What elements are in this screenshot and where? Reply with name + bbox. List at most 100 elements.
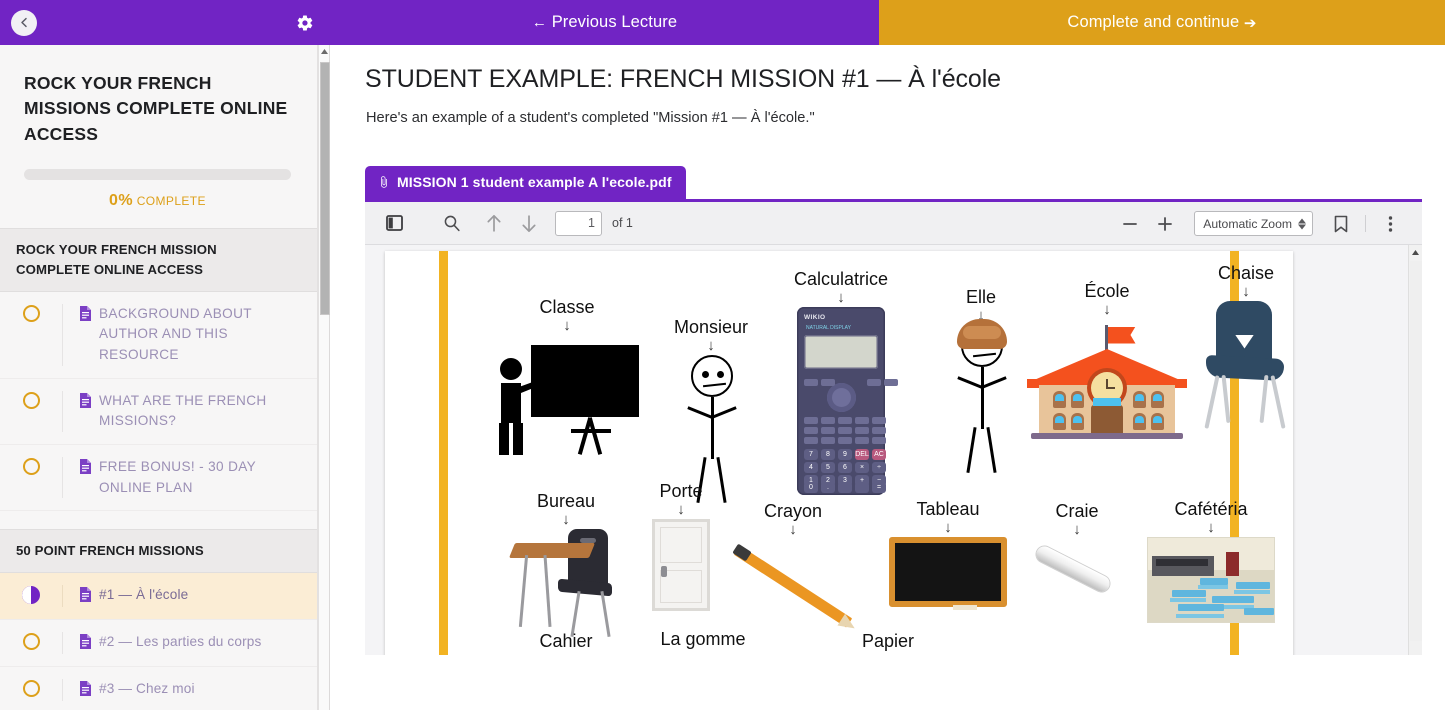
progress-percent: 0% — [109, 192, 133, 210]
vocab-cell-classe: Classe ↓ — [487, 297, 647, 463]
down-arrow-icon: ↓ — [1073, 521, 1081, 538]
complete-and-continue-button[interactable]: Complete and continue ➔ — [879, 0, 1445, 45]
vocabulary-grid: Classe ↓ Monsieur ↓ Calculatrice ↓ WIKIO… — [455, 259, 1286, 655]
pdf-zoom-in-button[interactable] — [1147, 209, 1182, 239]
pdf-more-tools-button[interactable] — [1373, 209, 1408, 239]
calculator-brand: WIKIO — [804, 313, 826, 321]
pdf-next-page-button[interactable] — [511, 208, 546, 238]
lesson-status — [0, 391, 62, 409]
attachment-tab[interactable]: MISSION 1 student example A l'ecole.pdf — [365, 166, 686, 199]
sidebar-item-mission-1-a-lecole[interactable]: #1 — À l'école — [0, 573, 317, 621]
pdf-page-number-input[interactable] — [555, 210, 602, 236]
scroll-up-arrow-icon[interactable] — [319, 45, 329, 58]
lesson-body: BACKGROUND ABOUT AUTHOR AND THIS RESOURC… — [62, 303, 295, 366]
vocab-cell-bureau: Bureau ↓ — [491, 491, 641, 637]
right-arrow-icon: ➔ — [1243, 14, 1257, 32]
progress-complete-word: COMPLETE — [136, 194, 206, 209]
lesson-status — [0, 679, 62, 698]
vocab-label: Craie — [1055, 501, 1099, 521]
progress-section: 0% COMPLETE — [0, 147, 317, 210]
cafeteria-room-illustration — [1147, 536, 1275, 623]
previous-lecture-label: Previous Lecture — [551, 13, 678, 31]
white-chalk-illustration — [1031, 539, 1123, 611]
sidebar-scrollbar[interactable] — [318, 45, 330, 710]
settings-button[interactable] — [296, 14, 314, 32]
attachment-zone: MISSION 1 student example A l'ecole.pdf — [331, 126, 1445, 199]
blue-chair-illustration — [1190, 300, 1302, 433]
lesson-status — [0, 457, 62, 475]
down-arrow-icon: ↓ — [944, 519, 952, 536]
sidebar-item-what-are-french-missions[interactable]: WHAT ARE THE FRENCH MISSIONS? — [0, 378, 317, 445]
progress-label: 0% COMPLETE — [24, 180, 291, 210]
progress-bar — [24, 169, 291, 181]
sidebar-item-label: BACKGROUND ABOUT AUTHOR AND THIS RESOURC… — [99, 305, 252, 363]
back-button[interactable] — [11, 9, 37, 36]
attachment-filename: MISSION 1 student example A l'ecole.pdf — [397, 174, 672, 190]
vocab-label: École — [1084, 281, 1130, 301]
sidebar-scrollbar-thumb[interactable] — [320, 62, 330, 315]
vocab-cell-calculatrice: Calculatrice ↓ WIKIO NATURAL DISPLAY 7 8… — [753, 269, 929, 495]
white-door-illustration — [652, 518, 710, 611]
vocab-label: La gomme — [660, 629, 746, 649]
sidebar-item-free-bonus-30-day-plan[interactable]: FREE BONUS! - 30 DAY ONLINE PLAN — [0, 445, 317, 512]
scientific-calculator-illustration: WIKIO NATURAL DISPLAY 7 8 9 DEL AC 4 5 6 × ÷ — [797, 306, 898, 495]
calculator-brand-sub: NATURAL DISPLAY — [806, 324, 851, 331]
lesson-status — [0, 304, 62, 322]
in-progress-half-circle-icon — [22, 586, 40, 605]
pdf-page-1: Classe ↓ Monsieur ↓ Calculatrice ↓ WIKIO… — [385, 251, 1293, 655]
pdf-zoom-out-button[interactable] — [1112, 209, 1147, 239]
pdf-scrollbar-thumb[interactable] — [1410, 261, 1422, 641]
search-icon — [444, 215, 460, 232]
page-title: STUDENT EXAMPLE: FRENCH MISSION #1 — À l… — [365, 65, 1001, 93]
spinner-arrows-icon — [1298, 218, 1306, 229]
pdf-zoom-select[interactable]: Automatic Zoom — [1194, 211, 1313, 236]
sidebar-item-label: #3 — Chez moi — [99, 681, 195, 697]
arrow-down-icon — [521, 215, 536, 232]
plus-icon — [1157, 216, 1172, 231]
pdf-scrollbar[interactable] — [1408, 245, 1422, 655]
document-icon — [79, 632, 92, 654]
school-building-illustration — [1025, 319, 1190, 441]
orange-pencil-illustration — [730, 539, 859, 639]
previous-lecture-button[interactable]: ← Previous Lecture — [330, 0, 879, 45]
pdf-sidebar-toggle-button[interactable] — [377, 208, 412, 238]
pdf-canvas-area: Classe ↓ Monsieur ↓ Calculatrice ↓ WIKIO… — [365, 245, 1422, 655]
vocab-cell-cahier: Cahier — [501, 631, 631, 652]
down-arrow-icon: ↓ — [789, 521, 797, 538]
pdf-previous-page-button[interactable] — [476, 208, 511, 238]
sidebar-item-mission-3-chez-moi[interactable]: #3 — Chez moi — [0, 667, 317, 710]
bookmark-icon — [1334, 215, 1347, 232]
top-navigation-bar: ← Previous Lecture Complete and continue… — [0, 0, 1445, 45]
down-arrow-icon: ↓ — [837, 289, 845, 306]
down-arrow-icon: ↓ — [563, 317, 571, 334]
accent-bar-left — [439, 251, 448, 655]
pdf-scroll-up-arrow-icon[interactable] — [1409, 245, 1422, 259]
document-icon — [79, 391, 92, 413]
pdf-toolbar-left: of 1 — [377, 208, 633, 238]
main-content: STUDENT EXAMPLE: FRENCH MISSION #1 — À l… — [331, 45, 1445, 710]
lesson-body: #1 — À l'école — [62, 585, 295, 608]
student-desk-illustration — [508, 528, 620, 637]
page-subtitle: Here's an example of a student's complet… — [366, 110, 815, 126]
left-arrow-icon: ← — [531, 14, 547, 31]
sidebar-item-background-about-author[interactable]: BACKGROUND ABOUT AUTHOR AND THIS RESOURC… — [0, 291, 317, 379]
pdf-find-button[interactable] — [434, 208, 469, 238]
course-sidebar: ROCK YOUR FRENCH MISSIONS COMPLETE ONLIN… — [0, 45, 318, 710]
down-arrow-icon: ↓ — [1242, 283, 1250, 300]
document-icon — [79, 679, 92, 701]
gear-icon — [297, 14, 313, 31]
vocab-cell-tableau: Tableau ↓ — [873, 499, 1023, 610]
down-arrow-icon: ↓ — [1207, 519, 1215, 536]
paperclip-icon — [381, 176, 387, 188]
stick-figure-girl-illustration — [946, 318, 1016, 473]
sidebar-toggle-icon — [386, 215, 403, 231]
sidebar-item-label: WHAT ARE THE FRENCH MISSIONS? — [99, 392, 267, 429]
minus-icon — [1122, 222, 1137, 225]
chevron-left-icon — [20, 17, 27, 28]
sidebar-item-label: FREE BONUS! - 30 DAY ONLINE PLAN — [99, 459, 256, 495]
pdf-bookmark-button[interactable] — [1323, 209, 1358, 239]
incomplete-circle-icon — [22, 304, 40, 322]
incomplete-circle-icon — [22, 680, 40, 698]
vocab-label: Bureau — [536, 491, 596, 511]
sidebar-item-mission-2-les-parties-du-corps[interactable]: #2 — Les parties du corps — [0, 620, 317, 668]
